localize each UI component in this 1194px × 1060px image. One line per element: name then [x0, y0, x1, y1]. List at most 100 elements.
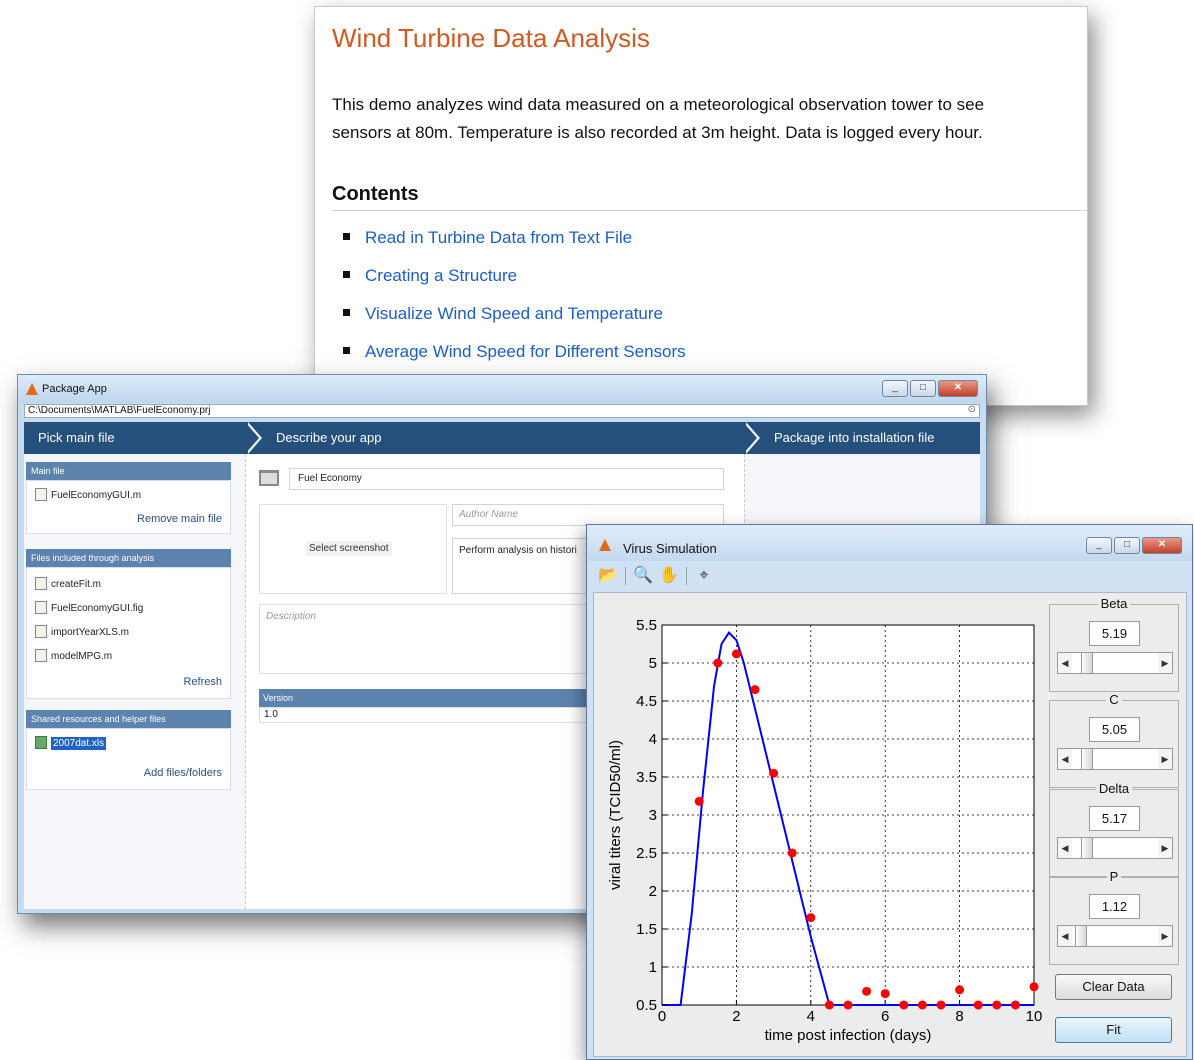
- slider-thumb[interactable]: [1074, 926, 1087, 946]
- data-point: [880, 989, 890, 999]
- y-tick-label: 3.5: [636, 769, 657, 786]
- data-point: [1010, 1000, 1020, 1010]
- shared-file-item[interactable]: 2007dat.xls: [35, 736, 107, 751]
- main-file-item[interactable]: FuelEconomyGUI.m: [35, 488, 142, 502]
- slider-right-arrow-icon[interactable]: ▶: [1158, 926, 1172, 946]
- x-tick-label: 6: [881, 1008, 889, 1025]
- slider-left-arrow-icon[interactable]: ◀: [1058, 926, 1072, 946]
- slider-left-arrow-icon[interactable]: ◀: [1058, 838, 1072, 858]
- minimize-button[interactable]: _: [1086, 537, 1112, 554]
- xls-file-icon: [35, 736, 47, 749]
- data-cursor-icon[interactable]: ⌖: [693, 565, 715, 587]
- title-bar[interactable]: Virus Simulation _ □ ✕: [587, 525, 1192, 561]
- screenshot-area[interactable]: Select screenshot: [259, 504, 447, 594]
- doc-paragraph-line-1: This demo analyzes wind data measured on…: [332, 95, 985, 114]
- pan-hand-icon[interactable]: ✋: [658, 565, 680, 587]
- data-point: [824, 1000, 834, 1010]
- select-screenshot-button[interactable]: Select screenshot: [306, 541, 392, 556]
- beta-value-field[interactable]: 5.19: [1089, 621, 1140, 646]
- slider-right-arrow-icon[interactable]: ▶: [1158, 838, 1172, 858]
- slider-thumb[interactable]: [1080, 749, 1093, 769]
- expand-icon[interactable]: ⊙: [968, 404, 976, 416]
- bullet-icon: [343, 309, 350, 317]
- viral-titer-plot[interactable]: 0 2 4 6 8 10 0.5 1 1.5 2 2.5 3 3.5 4 4.5 5 5.5 time post…: [594, 593, 1044, 1058]
- delta-control: Delta 5.17 ◀ ▶: [1049, 781, 1179, 877]
- toolbar-separator: [686, 567, 687, 585]
- slider-thumb[interactable]: [1080, 838, 1093, 858]
- minimize-button[interactable]: _: [882, 380, 908, 397]
- analysis-files-header: Files included through analysis: [26, 549, 231, 567]
- window-controls: _ □ ✕: [882, 380, 978, 397]
- shared-files-header: Shared resources and helper files: [26, 710, 231, 728]
- app-icon[interactable]: [259, 470, 279, 486]
- zoom-in-icon[interactable]: 🔍: [632, 565, 654, 587]
- close-button[interactable]: ✕: [1142, 537, 1182, 554]
- data-point: [917, 1000, 927, 1010]
- step-bar: Pick main file Describe your app Package…: [24, 422, 980, 454]
- project-path: C:\Documents\MATLAB\FuelEconomy.prj: [28, 405, 211, 416]
- p-value-field[interactable]: 1.12: [1089, 894, 1140, 919]
- delta-slider[interactable]: ◀ ▶: [1057, 837, 1173, 859]
- y-tick-label: 0.5: [636, 997, 657, 1014]
- toc-link[interactable]: Visualize Wind Speed and Temperature: [343, 304, 663, 324]
- delta-value-field[interactable]: 5.17: [1089, 806, 1140, 831]
- toc-link[interactable]: Read in Turbine Data from Text File: [343, 228, 632, 248]
- data-point: [1029, 982, 1039, 992]
- analysis-file-item[interactable]: modelMPG.m: [35, 649, 112, 663]
- toc-link[interactable]: Average Wind Speed for Different Sensors: [343, 342, 686, 362]
- y-tick-label: 5.5: [636, 617, 657, 634]
- project-path-field[interactable]: C:\Documents\MATLAB\FuelEconomy.prj ⊙: [24, 404, 980, 418]
- data-point: [731, 649, 741, 659]
- beta-slider[interactable]: ◀ ▶: [1057, 652, 1173, 674]
- virus-simulation-window: Virus Simulation _ □ ✕ 📂 🔍 ✋ ⌖ 0 2 4 6 8 10 0.…: [586, 524, 1193, 1060]
- file-name: 2007dat.xls: [51, 737, 107, 751]
- refresh-link[interactable]: Refresh: [183, 676, 222, 688]
- p-control: P 1.12 ◀ ▶: [1049, 869, 1179, 965]
- slider-right-arrow-icon[interactable]: ▶: [1158, 653, 1172, 673]
- x-tick-label: 2: [732, 1008, 740, 1025]
- fit-button[interactable]: Fit: [1055, 1017, 1172, 1043]
- m-file-icon: [35, 625, 47, 638]
- maximize-button[interactable]: □: [1114, 537, 1140, 554]
- slider-left-arrow-icon[interactable]: ◀: [1058, 653, 1072, 673]
- file-name: FuelEconomyGUI.m: [51, 490, 142, 502]
- slider-right-arrow-icon[interactable]: ▶: [1158, 749, 1172, 769]
- analysis-file-item[interactable]: FuelEconomyGUI.fig: [35, 601, 143, 615]
- shared-files-box: 2007dat.xls Add files/folders: [26, 728, 231, 790]
- app-name-field[interactable]: Fuel Economy: [289, 468, 724, 490]
- open-folder-icon[interactable]: 📂: [597, 565, 619, 587]
- simulation-body: 0 2 4 6 8 10 0.5 1 1.5 2 2.5 3 3.5 4 4.5 5 5.5 time post…: [593, 592, 1187, 1057]
- control-label: Delta: [1050, 781, 1178, 796]
- p-slider[interactable]: ◀ ▶: [1057, 925, 1173, 947]
- analysis-file-item[interactable]: createFit.m: [35, 577, 101, 591]
- maximize-button[interactable]: □: [910, 380, 936, 397]
- y-axis-label: viral titers (TCID50/ml): [607, 740, 624, 890]
- analysis-file-item[interactable]: importYearXLS.m: [35, 625, 129, 639]
- c-value-field[interactable]: 5.05: [1089, 717, 1140, 742]
- title-bar[interactable]: Package App _ □ ✕: [18, 375, 986, 403]
- published-document: Wind Turbine Data Analysis This demo ana…: [314, 6, 1088, 406]
- remove-main-file-link[interactable]: Remove main file: [137, 513, 222, 525]
- data-point: [955, 985, 965, 995]
- data-point: [936, 1000, 946, 1010]
- x-tick-label: 10: [1026, 1008, 1043, 1025]
- matlab-logo-icon: [26, 383, 38, 395]
- toolbar: 📂 🔍 ✋ ⌖: [597, 563, 715, 589]
- y-tick-label: 2.5: [636, 845, 657, 862]
- data-point: [843, 1000, 853, 1010]
- y-tick-label: 4: [649, 731, 657, 748]
- step-package: Package into installation file: [774, 430, 935, 445]
- slider-left-arrow-icon[interactable]: ◀: [1058, 749, 1072, 769]
- author-name-field[interactable]: Author Name: [452, 504, 724, 526]
- toc-link[interactable]: Creating a Structure: [343, 266, 517, 286]
- control-label: P: [1050, 869, 1178, 884]
- y-tick-label: 1: [649, 959, 657, 976]
- analysis-files-box: createFit.m FuelEconomyGUI.fig importYea…: [26, 567, 231, 699]
- c-slider[interactable]: ◀ ▶: [1057, 748, 1173, 770]
- main-file-header: Main file: [26, 462, 231, 480]
- slider-thumb[interactable]: [1080, 653, 1093, 673]
- clear-data-button[interactable]: Clear Data: [1055, 974, 1172, 1000]
- close-button[interactable]: ✕: [938, 380, 978, 397]
- add-files-link[interactable]: Add files/folders: [144, 767, 222, 779]
- toc-link-label: Visualize Wind Speed and Temperature: [365, 304, 663, 323]
